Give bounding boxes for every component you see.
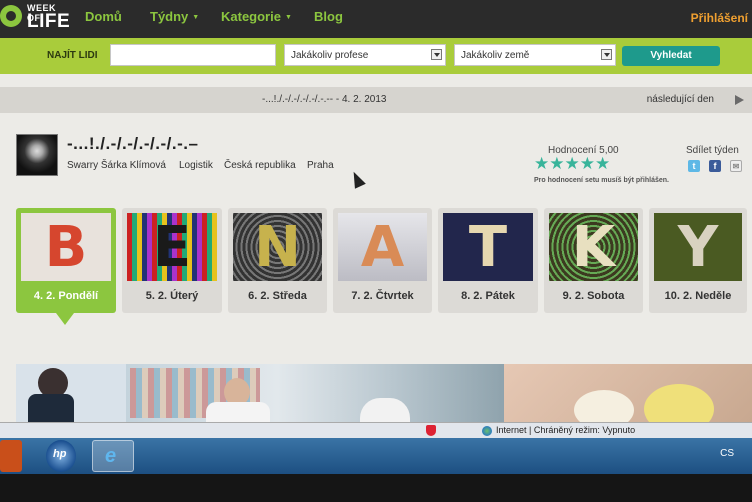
nav-item-label: Domů [85,9,122,24]
chevron-down-icon: ▼ [284,14,292,21]
day-label: 8. 2. Pátek [461,290,515,302]
person-photo [206,402,270,422]
day-label: 4. 2. Pondělí [33,290,99,302]
day-photo[interactable]: E [127,213,217,281]
mouse-cursor-icon [349,170,365,188]
day-photo[interactable]: Y [654,213,742,281]
top-navigation: WEEK OF LIFE Domů Týdny ▼ Kategorie ▼ Blog… [0,0,752,38]
week-date: -...!./.-/.-/.-/.-/.-.-- - 4. 2. 2013 [262,94,387,105]
day-photo[interactable]: T [443,213,533,281]
browser-status-bar: Internet | Chráněný režim: Vypnuto [0,422,752,439]
day-label: 10. 2. Neděle [664,290,732,302]
day-photo[interactable]: B [21,213,111,281]
dropdown-arrow-icon[interactable] [431,49,442,60]
twitter-icon[interactable]: t [688,160,700,172]
day-label: 7. 2. Čtvrtek [351,290,414,302]
facebook-icon[interactable]: f [709,160,721,172]
nav-item-categories[interactable]: Kategorie ▼ [221,9,292,24]
profile-name[interactable]: Swarry Šárka Klímová [67,160,166,171]
search-button[interactable]: Vyhledat [622,46,720,66]
profile-country[interactable]: Česká republika [224,160,296,171]
day-card[interactable]: A 7. 2. Čtvrtek [333,208,432,313]
day-card[interactable]: Y 10. 2. Neděle [649,208,747,313]
person-photo [360,398,410,422]
day-label: 6. 2. Středa [248,290,307,302]
rating-stars[interactable]: ★★★★★ [534,155,610,172]
nav-item-label: Kategorie [221,9,281,24]
dropdown-arrow-icon[interactable] [601,49,612,60]
day-label: 9. 2. Sobota [562,290,625,302]
profession-select-value: Jakákoliv profese [291,50,369,61]
country-select[interactable]: Jakákoliv země [454,44,616,66]
logo[interactable]: WEEK OF LIFE [0,2,70,34]
login-link[interactable]: Přihlášení [691,11,748,25]
nav-item-home[interactable]: Domů [85,9,122,24]
profile-title: -...!./.-/.-/.-/.-/.-.– [67,134,199,153]
star-icon[interactable]: ★ [595,155,610,172]
active-day-pointer [56,313,74,325]
screen: WEEK OF LIFE Domů Týdny ▼ Kategorie ▼ Blog… [0,0,752,502]
protected-mode-status[interactable]: Internet | Chráněný režim: Vypnuto [496,425,635,435]
lemon-photo [574,390,634,422]
nav-item-weeks[interactable]: Týdny ▼ [150,9,199,24]
globe-icon [482,426,492,436]
security-shield-icon[interactable] [426,425,436,436]
day-card[interactable]: N 6. 2. Středa [228,208,327,313]
internet-explorer-icon[interactable]: e [92,440,134,472]
share-label: Sdílet týden [686,145,739,156]
profile-profession[interactable]: Logistik [179,160,213,171]
star-icon[interactable]: ★ [580,155,595,172]
avatar[interactable] [16,134,58,176]
star-icon[interactable]: ★ [565,155,580,172]
next-day-link[interactable]: následující den [647,94,714,105]
email-icon[interactable]: ✉ [730,160,742,172]
leaf-icon [0,5,22,27]
profession-select[interactable]: Jakákoliv profese [284,44,446,66]
nav-item-label: Blog [314,9,343,24]
arrow-right-icon[interactable] [735,95,744,105]
nav-item-blog[interactable]: Blog [314,9,343,24]
logo-big-text: LIFE [27,11,71,32]
week-date-strip: -...!./.-/.-/.-/.-/.-.-- - 4. 2. 2013 ná… [0,87,752,113]
lemon-photo [644,384,714,422]
people-search-bar: NAJÍT LIDI Jakákoliv profese Jakákoliv z… [0,38,752,74]
rating-note: Pro hodnocení setu musíš být přihlášen. [534,177,669,184]
day-photo[interactable]: K [549,213,638,281]
day-photo[interactable]: A [338,213,427,281]
chevron-down-icon: ▼ [192,14,200,21]
day-card[interactable]: K 9. 2. Sobota [544,208,643,313]
banner-photo[interactable] [504,364,752,422]
star-icon[interactable]: ★ [549,155,564,172]
person-photo [28,394,74,422]
star-icon[interactable]: ★ [534,155,549,172]
search-label: NAJÍT LIDI [47,50,98,61]
search-input[interactable] [110,44,276,66]
media-player-icon[interactable] [0,440,22,472]
day-card[interactable]: B 4. 2. Pondělí [16,208,116,313]
hp-icon[interactable]: hp [46,440,76,472]
country-select-value: Jakákoliv země [461,50,530,61]
monitor-bezel [0,474,752,502]
nav-item-label: Týdny [150,9,189,24]
profile-city[interactable]: Praha [307,160,334,171]
ie-logo: e [105,445,117,467]
language-indicator[interactable]: CS [720,448,734,459]
day-label: 5. 2. Úterý [145,290,199,302]
hp-logo: hp [53,448,67,460]
banner-photo[interactable] [126,364,504,422]
day-card[interactable]: T 8. 2. Pátek [438,208,538,313]
day-card[interactable]: E 5. 2. Úterý [122,208,222,313]
day-photo[interactable]: N [233,213,322,281]
windows-taskbar: hp e CS [0,438,752,474]
banner-photo[interactable] [16,364,126,422]
